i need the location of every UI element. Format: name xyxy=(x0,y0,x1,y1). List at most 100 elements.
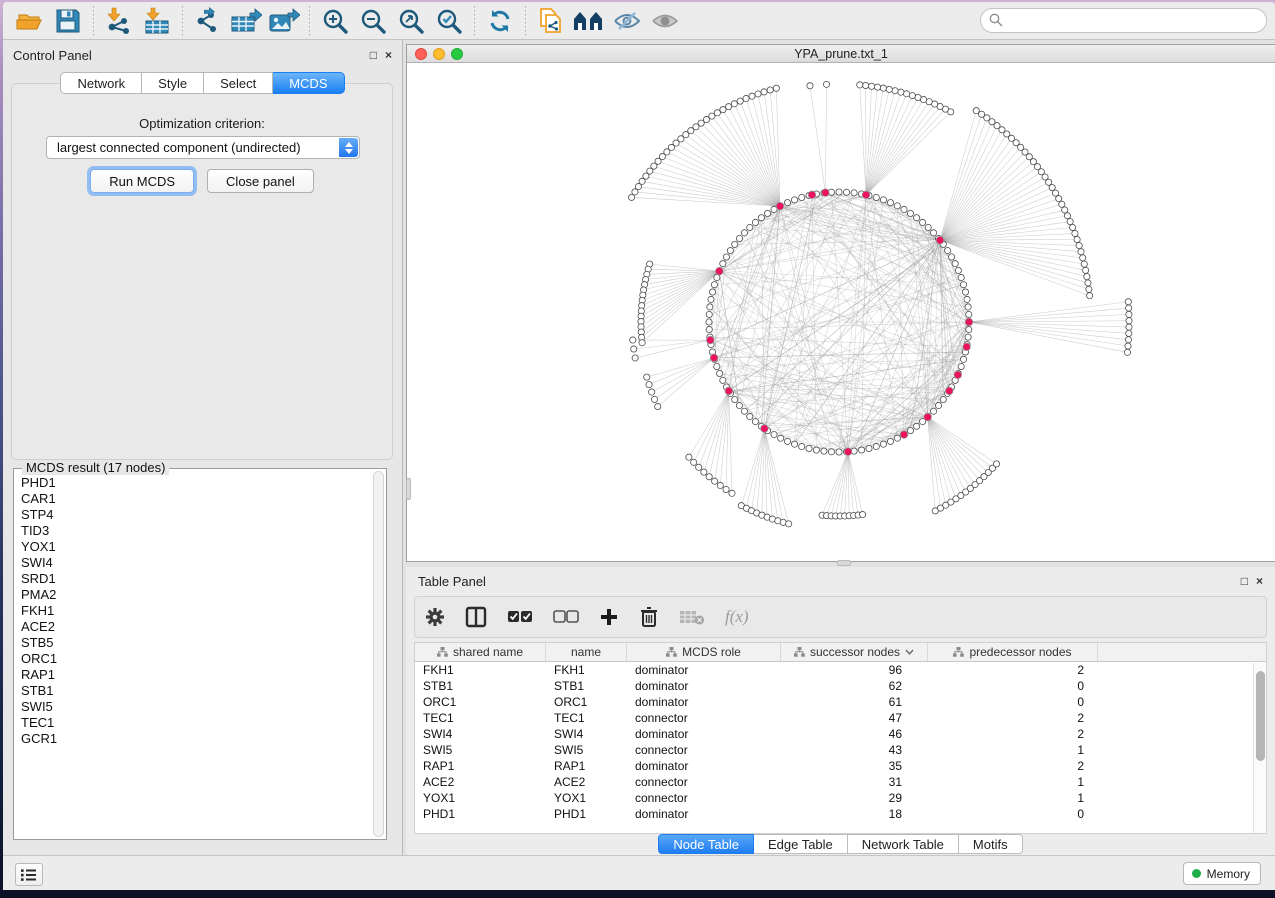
mcds-result-item[interactable]: GCR1 xyxy=(21,731,370,747)
mcds-result-group: MCDS result (17 nodes) PHD1CAR1STP4TID3Y… xyxy=(13,468,387,840)
float-table-panel-icon[interactable]: □ xyxy=(1241,575,1248,587)
table-cell: ACE2 xyxy=(415,774,546,790)
table-row[interactable]: YOX1YOX1connector291 xyxy=(415,790,1266,806)
table-row[interactable]: TEC1TEC1connector472 xyxy=(415,710,1266,726)
table-row[interactable]: PHD1PHD1dominator180 xyxy=(415,806,1266,822)
mcds-result-item[interactable]: PMA2 xyxy=(21,587,370,603)
mcds-result-item[interactable]: ORC1 xyxy=(21,651,370,667)
tab-network[interactable]: Network xyxy=(60,72,142,94)
mcds-result-item[interactable]: SWI5 xyxy=(21,699,370,715)
memory-button[interactable]: Memory xyxy=(1183,862,1261,885)
optimization-select[interactable]: largest connected component (undirected) xyxy=(46,136,360,159)
table-cell: 1 xyxy=(928,774,1098,790)
memory-status-icon xyxy=(1192,869,1201,878)
column-header-successor-nodes[interactable]: successor nodes xyxy=(781,643,928,661)
network-canvas[interactable] xyxy=(407,63,1275,561)
column-header-predecessor-nodes[interactable]: predecessor nodes xyxy=(928,643,1098,661)
column-header-MCDS-role[interactable]: MCDS role xyxy=(627,643,781,661)
tab-mcds[interactable]: MCDS xyxy=(273,72,344,94)
mcds-result-item[interactable]: FKH1 xyxy=(21,603,370,619)
zoom-fit-icon[interactable] xyxy=(394,6,428,36)
table-scrollbar[interactable] xyxy=(1253,663,1266,833)
import-network-icon[interactable] xyxy=(102,6,136,36)
mcds-result-item[interactable]: ACE2 xyxy=(21,619,370,635)
tab-edge-table[interactable]: Edge Table xyxy=(754,834,848,854)
tab-node-table[interactable]: Node Table xyxy=(658,834,754,854)
close-table-panel-icon[interactable]: × xyxy=(1256,575,1263,587)
mcds-result-item[interactable]: TEC1 xyxy=(21,715,370,731)
select-all-icon[interactable] xyxy=(507,610,533,624)
network-column-icon xyxy=(666,647,677,657)
toolbar-separator xyxy=(474,6,475,36)
mcds-tab-content: Optimization criterion: largest connecte… xyxy=(11,83,393,460)
column-header-name[interactable]: name xyxy=(546,643,627,661)
tab-network-table[interactable]: Network Table xyxy=(848,834,959,854)
split-divider-grip-horizontal[interactable] xyxy=(837,560,851,566)
sort-descending-icon xyxy=(905,649,914,655)
show-all-icon[interactable] xyxy=(648,6,682,36)
add-icon[interactable] xyxy=(599,607,619,627)
table-row[interactable]: ACE2ACE2connector311 xyxy=(415,774,1266,790)
gear-icon[interactable] xyxy=(425,607,445,627)
mcds-result-item[interactable]: SRD1 xyxy=(21,571,370,587)
close-panel-button[interactable]: Close panel xyxy=(207,169,314,193)
copy-network-icon[interactable] xyxy=(534,6,568,36)
mcds-result-item[interactable]: SWI4 xyxy=(21,555,370,571)
float-panel-icon[interactable]: □ xyxy=(370,49,377,61)
mcds-result-item[interactable]: YOX1 xyxy=(21,539,370,555)
node-table-header: shared namenameMCDS rolesuccessor nodesp… xyxy=(415,643,1266,662)
table-row[interactable]: SWI5SWI5connector431 xyxy=(415,742,1266,758)
control-tabs: NetworkStyleSelectMCDS xyxy=(3,72,402,94)
close-panel-icon[interactable]: × xyxy=(385,49,392,61)
table-row[interactable]: ORC1ORC1dominator610 xyxy=(415,694,1266,710)
zoom-out-icon[interactable] xyxy=(356,6,390,36)
hide-selected-icon[interactable] xyxy=(610,6,644,36)
export-network-icon[interactable] xyxy=(191,6,225,36)
tab-motifs[interactable]: Motifs xyxy=(959,834,1023,854)
zoom-selected-icon[interactable] xyxy=(432,6,466,36)
network-window-titlebar[interactable]: YPA_prune.txt_1 xyxy=(407,45,1275,63)
zoom-in-icon[interactable] xyxy=(318,6,352,36)
table-row[interactable]: RAP1RAP1dominator352 xyxy=(415,758,1266,774)
split-divider-grip-vertical[interactable] xyxy=(406,478,411,500)
column-header-shared-name[interactable]: shared name xyxy=(415,643,546,661)
mcds-result-scrollbar[interactable] xyxy=(373,471,384,837)
delete-icon[interactable] xyxy=(639,606,659,628)
table-cell: SWI4 xyxy=(415,726,546,742)
save-icon[interactable] xyxy=(51,6,85,36)
import-table-icon[interactable] xyxy=(140,6,174,36)
table-cell: ORC1 xyxy=(415,694,546,710)
deselect-all-icon[interactable] xyxy=(553,610,579,624)
table-row[interactable]: STB1STB1dominator620 xyxy=(415,678,1266,694)
control-panel-title: Control Panel xyxy=(13,48,92,63)
mcds-result-item[interactable]: STP4 xyxy=(21,507,370,523)
mcds-result-item[interactable]: TID3 xyxy=(21,523,370,539)
network-column-icon xyxy=(953,647,964,657)
tab-style[interactable]: Style xyxy=(142,72,204,94)
open-file-icon[interactable] xyxy=(13,6,47,36)
workspace: YPA_prune.txt_1 Table Panel □ × xyxy=(403,40,1275,855)
tab-select[interactable]: Select xyxy=(204,72,273,94)
main-toolbar xyxy=(3,2,1275,40)
run-mcds-button[interactable]: Run MCDS xyxy=(90,169,194,193)
export-image-icon[interactable] xyxy=(267,6,301,36)
table-row[interactable]: FKH1FKH1dominator962 xyxy=(415,662,1266,678)
mcds-result-item[interactable]: RAP1 xyxy=(21,667,370,683)
columns-icon[interactable] xyxy=(465,606,487,628)
table-cell: 0 xyxy=(928,678,1098,694)
network-graph[interactable] xyxy=(407,63,1273,561)
network-view-window: YPA_prune.txt_1 xyxy=(406,44,1275,562)
table-cell: STB1 xyxy=(415,678,546,694)
search-input[interactable] xyxy=(980,8,1267,33)
mcds-result-item[interactable]: CAR1 xyxy=(21,491,370,507)
mcds-result-item[interactable]: STB1 xyxy=(21,683,370,699)
refresh-layout-icon[interactable] xyxy=(483,6,517,36)
export-table-icon[interactable] xyxy=(229,6,263,36)
table-row[interactable]: SWI4SWI4dominator462 xyxy=(415,726,1266,742)
first-neighbors-icon[interactable] xyxy=(572,6,606,36)
table-scrollbar-thumb[interactable] xyxy=(1256,671,1265,761)
task-history-button[interactable] xyxy=(15,863,43,886)
mcds-result-item[interactable]: STB5 xyxy=(21,635,370,651)
table-cell: 2 xyxy=(928,710,1098,726)
mcds-result-item[interactable]: PHD1 xyxy=(21,475,370,491)
